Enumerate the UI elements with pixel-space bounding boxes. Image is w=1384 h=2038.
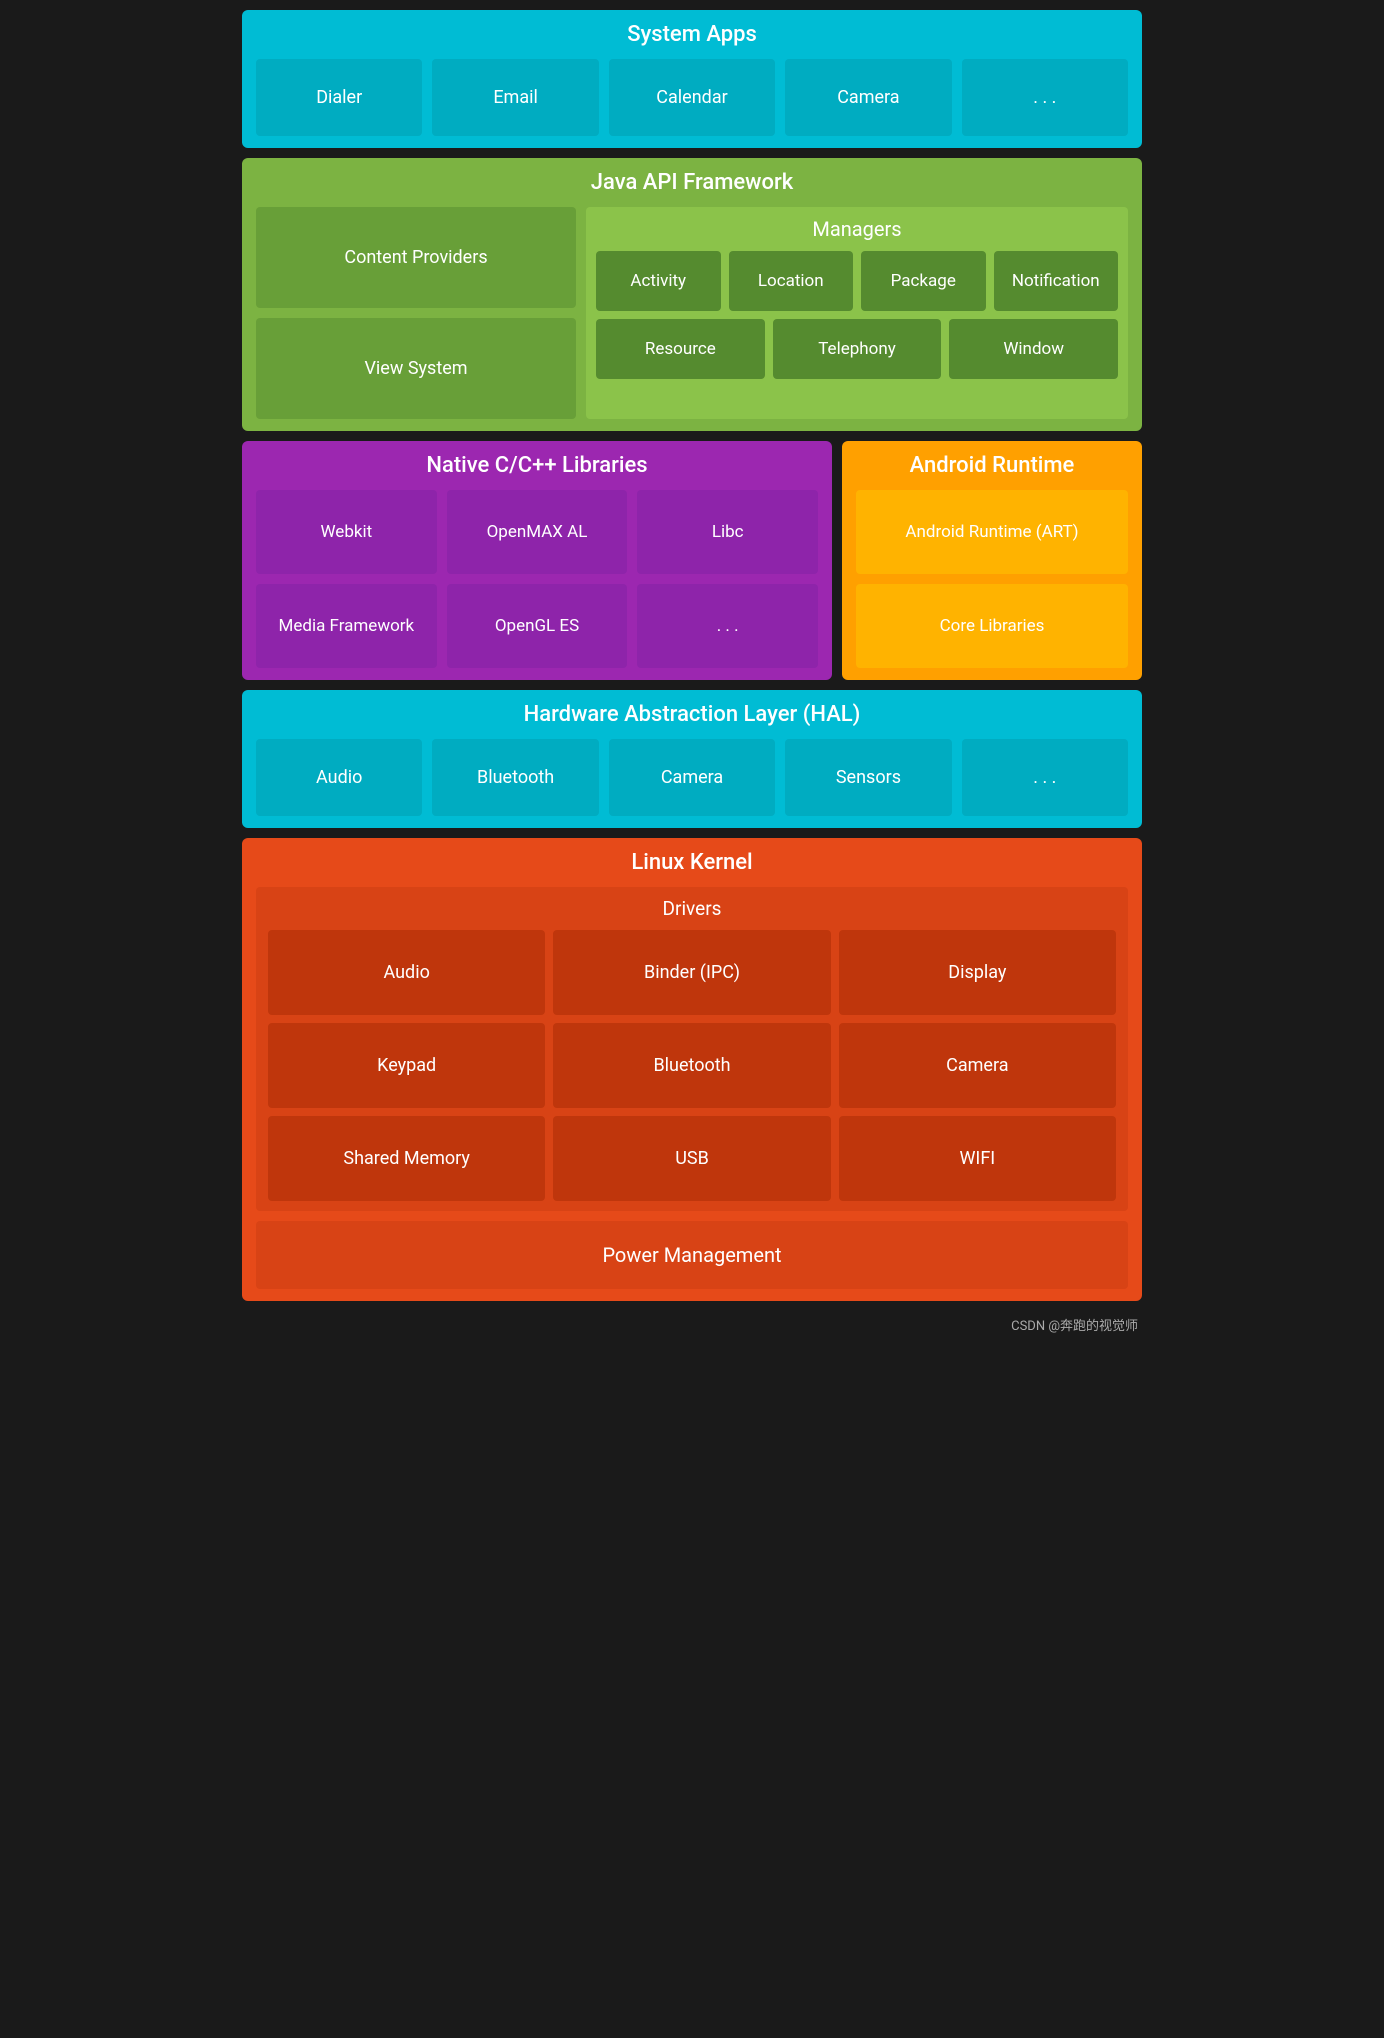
java-api-left-item: Content Providers — [256, 207, 576, 308]
hal-item: Sensors — [785, 739, 951, 816]
drivers-row3: Shared MemoryUSBWIFI — [268, 1116, 1116, 1201]
driver-item: WIFI — [839, 1116, 1116, 1201]
drivers-box: Drivers AudioBinder (IPC)Display KeypadB… — [256, 887, 1128, 1211]
drivers-row1: AudioBinder (IPC)Display — [268, 930, 1116, 1015]
android-runtime-layer: Android Runtime Android Runtime (ART) Cor… — [842, 441, 1142, 680]
manager-item: Telephony — [773, 319, 942, 379]
java-api-inner: Content ProvidersView System Managers Ac… — [256, 207, 1128, 419]
managers-title: Managers — [596, 217, 1118, 241]
native-cpp-title: Native C/C++ Libraries — [256, 453, 818, 478]
system-app-item: Dialer — [256, 59, 422, 136]
managers-box: Managers ActivityLocationPackageNotifica… — [586, 207, 1128, 419]
driver-item: Display — [839, 930, 1116, 1015]
manager-item: Package — [861, 251, 986, 311]
manager-item: Window — [949, 319, 1118, 379]
driver-item: USB — [553, 1116, 830, 1201]
linux-kernel-layer: Linux Kernel Drivers AudioBinder (IPC)Di… — [242, 838, 1142, 1301]
java-api-left: Content ProvidersView System — [256, 207, 576, 419]
java-api-layer: Java API Framework Content ProvidersView… — [242, 158, 1142, 431]
native-cpp-row2: Media FrameworkOpenGL ES. . . — [256, 584, 818, 668]
android-runtime-title: Android Runtime — [856, 453, 1128, 478]
java-api-left-item: View System — [256, 318, 576, 419]
hal-item: Camera — [609, 739, 775, 816]
native-cpp-item: Libc — [637, 490, 818, 574]
hal-item: . . . — [962, 739, 1128, 816]
power-management-box: Power Management — [256, 1221, 1128, 1289]
system-app-item: Camera — [785, 59, 951, 136]
native-cpp-item: . . . — [637, 584, 818, 668]
native-cpp-item: Media Framework — [256, 584, 437, 668]
hal-items: AudioBluetoothCameraSensors. . . — [256, 739, 1128, 816]
hal-item: Audio — [256, 739, 422, 816]
android-runtime-items: Android Runtime (ART) Core Libraries — [856, 490, 1128, 668]
watermark: CSDN @奔跑的视觉师 — [242, 1315, 1142, 1334]
driver-item: Camera — [839, 1023, 1116, 1108]
native-cpp-item: Webkit — [256, 490, 437, 574]
drivers-grid: AudioBinder (IPC)Display KeypadBluetooth… — [268, 930, 1116, 1201]
hal-layer: Hardware Abstraction Layer (HAL) AudioBl… — [242, 690, 1142, 828]
system-app-item: . . . — [962, 59, 1128, 136]
hal-title: Hardware Abstraction Layer (HAL) — [256, 702, 1128, 727]
manager-item: Location — [729, 251, 854, 311]
java-api-title: Java API Framework — [256, 170, 1128, 195]
manager-item: Activity — [596, 251, 721, 311]
driver-item: Shared Memory — [268, 1116, 545, 1201]
native-cpp-row1: WebkitOpenMAX ALLibc — [256, 490, 818, 574]
native-cpp-item: OpenGL ES — [447, 584, 628, 668]
system-apps-layer: System Apps DialerEmailCalendarCamera. .… — [242, 10, 1142, 148]
driver-item: Audio — [268, 930, 545, 1015]
managers-row1: ActivityLocationPackageNotification — [596, 251, 1118, 311]
managers-row2: ResourceTelephonyWindow — [596, 319, 1118, 379]
system-app-item: Calendar — [609, 59, 775, 136]
manager-item: Notification — [994, 251, 1119, 311]
hal-item: Bluetooth — [432, 739, 598, 816]
android-runtime-item: Core Libraries — [856, 584, 1128, 668]
system-apps-title: System Apps — [256, 22, 1128, 47]
android-runtime-item: Android Runtime (ART) — [856, 490, 1128, 574]
native-cpp-item: OpenMAX AL — [447, 490, 628, 574]
driver-item: Keypad — [268, 1023, 545, 1108]
system-app-item: Email — [432, 59, 598, 136]
drivers-row2: KeypadBluetoothCamera — [268, 1023, 1116, 1108]
middle-row: Native C/C++ Libraries WebkitOpenMAX ALL… — [242, 441, 1142, 680]
manager-item: Resource — [596, 319, 765, 379]
drivers-title: Drivers — [268, 897, 1116, 920]
linux-kernel-title: Linux Kernel — [256, 850, 1128, 875]
native-cpp-grid: WebkitOpenMAX ALLibc Media FrameworkOpen… — [256, 490, 818, 668]
driver-item: Bluetooth — [553, 1023, 830, 1108]
driver-item: Binder (IPC) — [553, 930, 830, 1015]
system-apps-items: DialerEmailCalendarCamera. . . — [256, 59, 1128, 136]
android-architecture-diagram: System Apps DialerEmailCalendarCamera. .… — [242, 10, 1142, 1334]
native-cpp-layer: Native C/C++ Libraries WebkitOpenMAX ALL… — [242, 441, 832, 680]
